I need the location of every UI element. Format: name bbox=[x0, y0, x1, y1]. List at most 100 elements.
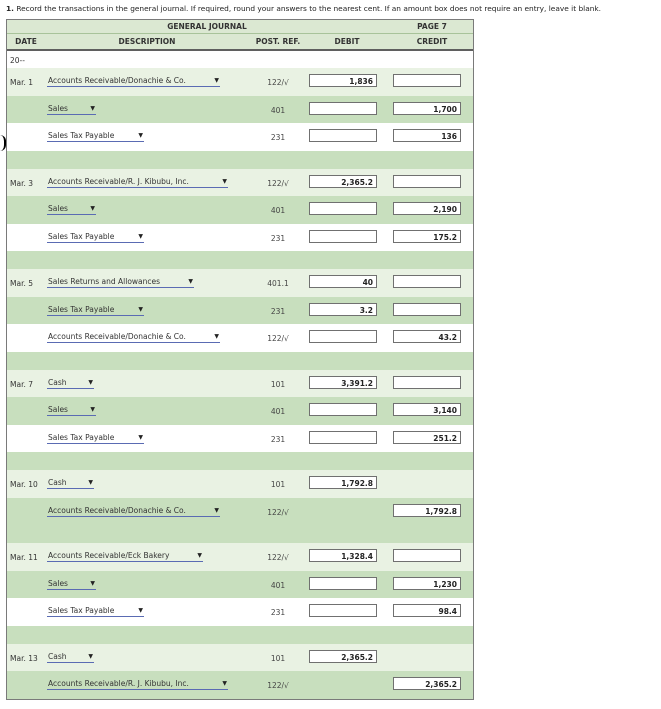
credit-input[interactable]: 98.4 bbox=[393, 604, 461, 617]
account-select[interactable]: Cash ▼ bbox=[47, 377, 94, 389]
post-ref: 401 bbox=[270, 206, 286, 215]
entry-date: Mar. 1 bbox=[10, 78, 34, 87]
account-select[interactable]: Cash ▼ bbox=[47, 477, 94, 489]
post-ref: 401.1 bbox=[267, 279, 289, 288]
journal-page: PAGE 7 bbox=[417, 22, 447, 31]
post-ref: 122/√ bbox=[267, 507, 289, 517]
journal-row: Sales Tax Payable ▼ 231 175.2 bbox=[7, 223, 473, 251]
credit-input[interactable] bbox=[393, 174, 461, 188]
credit-input[interactable] bbox=[393, 74, 461, 87]
credit-input[interactable]: 3,140 bbox=[393, 403, 461, 416]
journal-row: Sales ▼ 401 2,190 bbox=[7, 196, 473, 224]
journal-entries: Mar. 1 Accounts Receivable/Donachie & Co.… bbox=[7, 68, 473, 699]
account-select-value: Accounts Receivable/Donachie & Co. bbox=[48, 332, 186, 341]
debit-input[interactable] bbox=[309, 330, 377, 343]
caret-down-icon: ▼ bbox=[138, 433, 143, 441]
journal-row: Sales Tax Payable ▼ 231 136 bbox=[7, 123, 473, 151]
caret-down-icon: ▼ bbox=[197, 552, 202, 559]
account-select[interactable]: Sales Returns and Allowances ▼ bbox=[47, 276, 194, 288]
debit-input[interactable] bbox=[309, 202, 377, 215]
credit-input[interactable]: 2,190 bbox=[393, 202, 461, 215]
debit-input[interactable]: 3,391.2 bbox=[309, 375, 377, 389]
journal-row: Sales ▼ 401 1,230 bbox=[7, 570, 473, 598]
entry-separator bbox=[7, 525, 473, 543]
debit-input[interactable]: 2,365.2 bbox=[309, 174, 377, 188]
debit-input[interactable]: 3.2 bbox=[309, 302, 377, 316]
account-select-value: Sales bbox=[48, 405, 68, 414]
debit-input[interactable]: 1,792.8 bbox=[309, 476, 377, 489]
journal-row: Mar. 3 Accounts Receivable/R. J. Kibubu, … bbox=[7, 168, 473, 196]
post-ref: 401 bbox=[270, 580, 286, 590]
col-date: DATE bbox=[15, 37, 37, 46]
credit-input[interactable] bbox=[393, 275, 461, 288]
debit-input[interactable]: 1,836 bbox=[309, 74, 377, 87]
debit-input[interactable] bbox=[309, 229, 377, 243]
account-select-value: Accounts Receivable/R. J. Kibubu, Inc. bbox=[48, 176, 189, 186]
journal-row: Sales Tax Payable ▼ 231 3.2 bbox=[7, 296, 473, 324]
caret-down-icon: ▼ bbox=[88, 479, 93, 486]
debit-input[interactable] bbox=[309, 430, 377, 444]
debit-input[interactable]: 40 bbox=[309, 275, 377, 288]
credit-input[interactable]: 175.2 bbox=[393, 229, 461, 243]
journal-row: Sales Tax Payable ▼ 231 98.4 bbox=[7, 598, 473, 626]
account-select[interactable]: Sales ▼ bbox=[47, 203, 96, 215]
account-select[interactable]: Sales ▼ bbox=[47, 103, 96, 115]
account-select[interactable]: Sales ▼ bbox=[47, 578, 96, 590]
debit-input[interactable] bbox=[309, 604, 377, 617]
post-ref: 122/√ bbox=[267, 78, 289, 87]
post-ref: 231 bbox=[270, 233, 286, 243]
credit-input[interactable]: 1,230 bbox=[393, 576, 461, 590]
journal-row: Mar. 11 Accounts Receivable/Eck Bakery ▼ 12… bbox=[7, 543, 473, 571]
account-select[interactable]: Sales Tax Payable ▼ bbox=[47, 432, 144, 444]
post-ref: 231 bbox=[270, 133, 286, 142]
credit-input[interactable]: 43.2 bbox=[393, 330, 461, 343]
credit-input[interactable] bbox=[393, 375, 461, 389]
account-select[interactable]: Sales Tax Payable ▼ bbox=[47, 231, 144, 243]
debit-input[interactable] bbox=[309, 403, 377, 416]
debit-input[interactable] bbox=[309, 101, 377, 115]
account-select-value: Accounts Receivable/R. J. Kibubu, Inc. bbox=[48, 679, 189, 688]
account-select-value: Cash bbox=[48, 651, 67, 661]
debit-input[interactable]: 2,365.2 bbox=[309, 649, 377, 663]
col-post-ref: POST. REF. bbox=[255, 37, 301, 46]
account-select[interactable]: Accounts Receivable/Donachie & Co. ▼ bbox=[47, 331, 220, 343]
post-ref: 101 bbox=[270, 653, 286, 663]
entry-separator bbox=[7, 150, 473, 169]
credit-input[interactable]: 251.2 bbox=[393, 430, 461, 444]
account-select[interactable]: Sales Tax Payable ▼ bbox=[47, 130, 144, 142]
caret-down-icon: ▼ bbox=[88, 652, 93, 660]
caret-down-icon: ▼ bbox=[90, 205, 95, 212]
credit-input[interactable]: 2,365.2 bbox=[393, 677, 461, 690]
account-select[interactable]: Accounts Receivable/R. J. Kibubu, Inc. ▼ bbox=[47, 176, 228, 188]
journal-row: Sales ▼ 401 1,700 bbox=[7, 95, 473, 123]
journal-row: Mar. 5 Sales Returns and Allowances ▼ 401.1… bbox=[7, 269, 473, 297]
credit-input[interactable] bbox=[393, 549, 461, 562]
account-select[interactable]: Sales Tax Payable ▼ bbox=[47, 605, 144, 617]
credit-input[interactable]: 1,792.8 bbox=[393, 503, 461, 517]
credit-input[interactable]: 1,700 bbox=[393, 101, 461, 115]
credit-input[interactable] bbox=[393, 302, 461, 316]
debit-input[interactable] bbox=[309, 129, 377, 142]
account-select-value: Sales Tax Payable bbox=[48, 231, 115, 241]
credit-input[interactable]: 136 bbox=[393, 129, 461, 142]
col-debit: DEBIT bbox=[334, 37, 360, 46]
debit-input[interactable]: 1,328.4 bbox=[309, 549, 377, 562]
account-select[interactable]: Accounts Receivable/Donachie & Co. ▼ bbox=[47, 75, 220, 87]
account-select[interactable]: Cash ▼ bbox=[47, 651, 94, 663]
account-select[interactable]: Accounts Receivable/Donachie & Co. ▼ bbox=[47, 505, 220, 517]
account-select[interactable]: Accounts Receivable/Eck Bakery ▼ bbox=[47, 550, 203, 562]
journal-row: Mar. 13 Cash ▼ 101 2,365.2 bbox=[7, 643, 473, 671]
journal-row: Accounts Receivable/R. J. Kibubu, Inc. ▼ 1… bbox=[7, 671, 473, 699]
instructions-text: Record the transactions in the general j… bbox=[16, 4, 602, 13]
account-select[interactable]: Sales ▼ bbox=[47, 404, 96, 416]
entry-separator bbox=[7, 351, 473, 370]
debit-input[interactable] bbox=[309, 576, 377, 590]
account-select[interactable]: Sales Tax Payable ▼ bbox=[47, 304, 144, 316]
caret-down-icon: ▼ bbox=[188, 278, 193, 285]
account-select[interactable]: Accounts Receivable/R. J. Kibubu, Inc. ▼ bbox=[47, 678, 228, 690]
post-ref: 122/√ bbox=[267, 178, 289, 188]
caret-down-icon: ▼ bbox=[138, 232, 143, 240]
caret-down-icon: ▼ bbox=[90, 406, 95, 413]
post-ref: 231 bbox=[270, 434, 286, 444]
post-ref: 231 bbox=[270, 608, 286, 617]
